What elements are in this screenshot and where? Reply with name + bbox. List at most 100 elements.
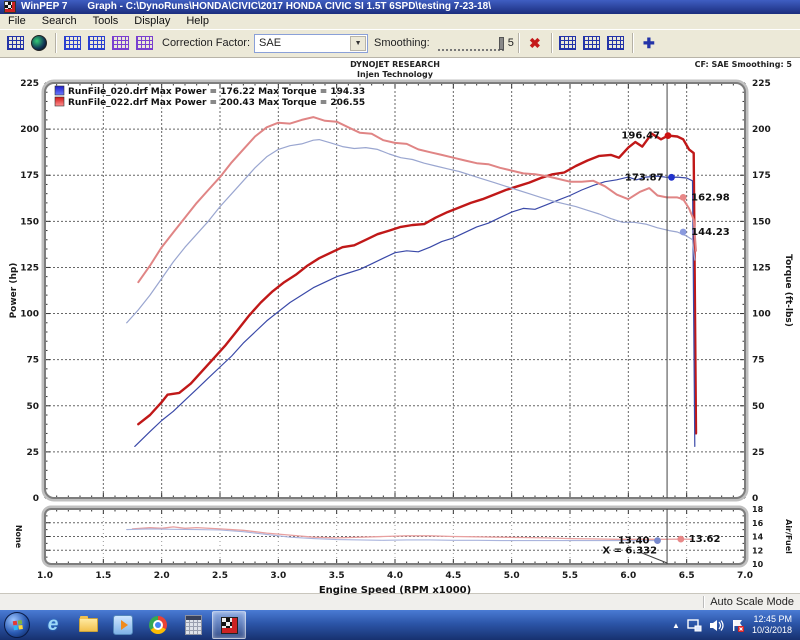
smoothing-value: 5 [508, 37, 514, 49]
taskbar-winpep-active[interactable] [212, 611, 246, 639]
pan-graph-button[interactable] [580, 32, 604, 54]
power-tick-label: 150 [20, 217, 39, 227]
callout-dot[interactable] [677, 536, 684, 543]
clock[interactable]: 12:45 PM 10/3/2018 [752, 614, 792, 636]
graph-view-1-button[interactable] [60, 32, 84, 54]
graph-arrow-icon [64, 36, 81, 50]
graph-curve-icon [88, 36, 105, 50]
globe-view-button[interactable] [27, 32, 51, 54]
torque-tick-label: 0 [752, 494, 758, 504]
graph-view-3-button[interactable] [108, 32, 132, 54]
correction-factor-select[interactable]: SAE ▼ [254, 34, 368, 53]
af-tick-label: 18 [752, 505, 764, 514]
taskbar-calculator[interactable] [177, 612, 209, 638]
rpm-tick-label: 1.5 [95, 571, 111, 581]
x-axis-title: Engine Speed (RPM x1000) [319, 585, 471, 596]
table-grid-icon [7, 36, 24, 50]
taskbar-media-player[interactable] [107, 612, 139, 638]
graph-multi-icon [112, 36, 129, 50]
callout-dot[interactable] [668, 174, 675, 181]
network-icon[interactable] [687, 619, 702, 632]
correction-factor-label: Correction Factor: [162, 37, 250, 49]
menu-bar: File Search Tools Display Help [0, 14, 800, 30]
callout-dot[interactable] [680, 194, 687, 201]
taskbar-explorer[interactable] [72, 612, 104, 638]
legend-entry: RunFile_022.drf Max Power = 200.43 Max T… [68, 98, 365, 108]
af-left-axis-title: None [14, 525, 23, 549]
dyno-chart: DYNOJET RESEARCHInjen TechnologyCF: SAE … [0, 58, 800, 596]
torque-tick-label: 50 [752, 402, 765, 412]
slider-handle[interactable] [499, 37, 504, 50]
chart-area: DYNOJET RESEARCHInjen TechnologyCF: SAE … [0, 58, 800, 593]
power-tick-label: 175 [20, 171, 39, 181]
menu-search[interactable]: Search [34, 14, 85, 29]
rpm-tick-label: 7.0 [737, 571, 753, 581]
menu-tools[interactable]: Tools [85, 14, 127, 29]
correction-factor-value: SAE [259, 37, 281, 49]
graph-view-2-button[interactable] [84, 32, 108, 54]
graph-view-4-button[interactable] [132, 32, 156, 54]
torque-tick-label: 150 [752, 217, 771, 227]
system-tray: ▲ 12:45 PM 10/3/2018 [672, 614, 800, 636]
af-tick-label: 16 [752, 519, 764, 528]
callout-dot[interactable] [665, 132, 672, 139]
torque-tick-label: 125 [752, 263, 771, 273]
power-tick-label: 100 [20, 309, 39, 319]
chevron-down-icon[interactable]: ▼ [350, 36, 366, 51]
zoom-graph-icon [559, 36, 576, 50]
taskbar-ie[interactable]: e [37, 612, 69, 638]
crosshair-move-button[interactable]: ✚ [637, 32, 661, 54]
select-graph-icon [607, 36, 624, 50]
folder-icon [79, 618, 98, 632]
rpm-tick-label: 6.5 [679, 571, 695, 581]
table-view-button[interactable] [3, 32, 27, 54]
select-graph-button[interactable] [604, 32, 628, 54]
media-player-icon [113, 615, 133, 635]
smoothing-label: Smoothing: [374, 37, 430, 49]
delete-run-button[interactable]: ✖ [523, 32, 547, 54]
rpm-tick-label: 3.5 [329, 571, 345, 581]
torque-axis-title: Torque (ft-lbs) [783, 254, 793, 327]
torque-tick-label: 75 [752, 355, 765, 365]
tray-expand-icon[interactable]: ▲ [672, 621, 680, 630]
callout-label: 196.47 [621, 130, 660, 141]
taskbar-chrome[interactable] [142, 612, 174, 638]
smoothing-slider[interactable] [438, 35, 504, 51]
af-tick-label: 10 [752, 560, 764, 569]
taskbar: e ▲ 12:45 PM 10/3/2018 [0, 610, 800, 640]
menu-file[interactable]: File [0, 14, 34, 29]
rpm-tick-label: 2.0 [154, 571, 170, 581]
power-tick-label: 125 [20, 263, 39, 273]
legend-swatch [55, 86, 64, 95]
start-button[interactable] [4, 612, 30, 638]
document-title: Graph - C:\DynoRuns\HONDA\CIVIC\2017 HON… [87, 1, 491, 12]
action-center-flag-icon[interactable] [731, 619, 745, 632]
callout-dot[interactable] [680, 228, 687, 235]
power-tick-label: 0 [33, 494, 39, 504]
menu-display[interactable]: Display [126, 14, 178, 29]
calculator-icon [185, 615, 202, 635]
power-axis-title: Power (hp) [9, 262, 19, 318]
legend-swatch [55, 97, 64, 106]
menu-help[interactable]: Help [178, 14, 217, 29]
torque-tick-label: 200 [752, 125, 771, 135]
power-tick-label: 25 [26, 448, 39, 458]
power-tick-label: 200 [20, 125, 39, 135]
volume-icon[interactable] [709, 619, 724, 632]
af-tick-label: 12 [752, 546, 763, 555]
chart-header-shop: Injen Technology [357, 70, 434, 79]
callout-label: 144.23 [691, 227, 730, 238]
pan-graph-icon [583, 36, 600, 50]
toolbar: Correction Factor: SAE ▼ Smoothing: 5 ✖ … [0, 30, 800, 58]
callout-label: 13.62 [689, 534, 721, 545]
windows-flag-icon [13, 621, 18, 626]
torque-tick-label: 25 [752, 448, 765, 458]
zoom-graph-button[interactable] [556, 32, 580, 54]
power-tick-label: 50 [26, 402, 39, 412]
rpm-tick-label: 3.0 [270, 571, 286, 581]
rpm-tick-label: 5.0 [504, 571, 520, 581]
callout-dot[interactable] [654, 537, 661, 544]
chart-header-cf: CF: SAE Smoothing: 5 [695, 60, 793, 69]
scale-mode-status: Auto Scale Mode [710, 596, 794, 608]
title-bar: WinPEP 7 Graph - C:\DynoRuns\HONDA\CIVIC… [0, 0, 800, 14]
